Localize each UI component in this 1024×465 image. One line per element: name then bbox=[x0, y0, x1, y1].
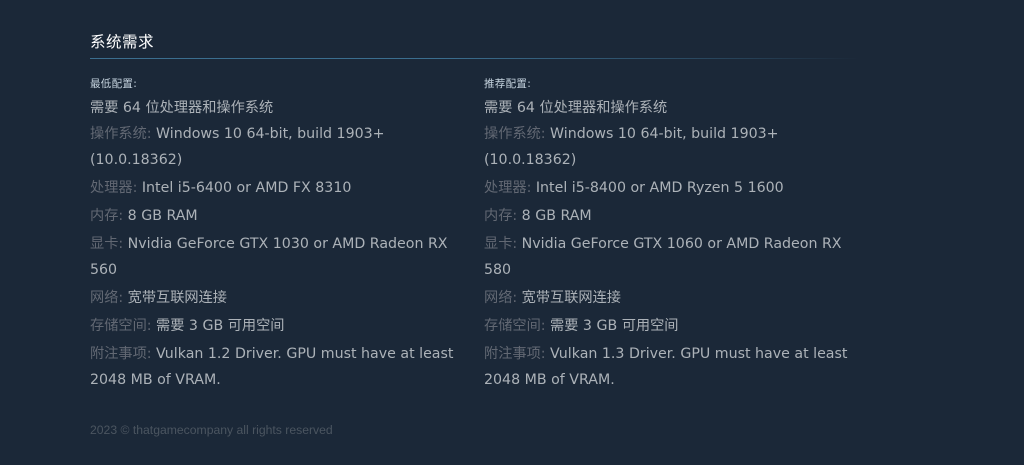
minimum-requirements: 最低配置: 需要 64 位处理器和操作系统 操作系统: Windows 10 6… bbox=[90, 76, 470, 395]
recommended-network-row: 网络: 宽带互联网连接 bbox=[484, 285, 864, 311]
minimum-notes-row: 附注事项: Vulkan 1.2 Driver. GPU must have a… bbox=[90, 341, 470, 393]
network-value: 宽带互联网连接 bbox=[521, 290, 621, 306]
gpu-label: 显卡: bbox=[484, 236, 518, 252]
memory-value: 8 GB RAM bbox=[127, 208, 198, 224]
memory-label: 内存: bbox=[484, 208, 518, 224]
os-label: 操作系统: bbox=[90, 126, 152, 142]
storage-value: 需要 3 GB 可用空间 bbox=[550, 318, 679, 334]
recommended-requires-64bit: 需要 64 位处理器和操作系统 bbox=[484, 100, 668, 116]
recommended-os-row: 操作系统: Windows 10 64-bit, build 1903+ (10… bbox=[484, 121, 864, 173]
gpu-label: 显卡: bbox=[90, 236, 124, 252]
notes-label: 附注事项: bbox=[90, 346, 152, 362]
storage-label: 存储空间: bbox=[90, 318, 152, 334]
storage-value: 需要 3 GB 可用空间 bbox=[156, 318, 285, 334]
minimum-cpu-row: 处理器: Intel i5-6400 or AMD FX 8310 bbox=[90, 175, 470, 201]
minimum-gpu-row: 显卡: Nvidia GeForce GTX 1030 or AMD Radeo… bbox=[90, 231, 470, 283]
recommended-memory-row: 内存: 8 GB RAM bbox=[484, 203, 864, 229]
minimum-heading: 最低配置: bbox=[90, 78, 138, 90]
os-label: 操作系统: bbox=[484, 126, 546, 142]
gpu-value: Nvidia GeForce GTX 1030 or AMD Radeon RX… bbox=[90, 236, 448, 278]
notes-label: 附注事项: bbox=[484, 346, 546, 362]
cpu-label: 处理器: bbox=[90, 180, 138, 196]
memory-value: 8 GB RAM bbox=[521, 208, 592, 224]
cpu-value: Intel i5-8400 or AMD Ryzen 5 1600 bbox=[535, 180, 784, 196]
recommended-notes-row: 附注事项: Vulkan 1.3 Driver. GPU must have a… bbox=[484, 341, 864, 393]
minimum-storage-row: 存储空间: 需要 3 GB 可用空间 bbox=[90, 313, 470, 339]
gpu-value: Nvidia GeForce GTX 1060 or AMD Radeon RX… bbox=[484, 236, 842, 278]
network-value: 宽带互联网连接 bbox=[127, 290, 227, 306]
recommended-requirements: 推荐配置: 需要 64 位处理器和操作系统 操作系统: Windows 10 6… bbox=[484, 76, 864, 395]
network-label: 网络: bbox=[90, 290, 124, 306]
recommended-storage-row: 存储空间: 需要 3 GB 可用空间 bbox=[484, 313, 864, 339]
recommended-heading: 推荐配置: bbox=[484, 78, 532, 90]
minimum-memory-row: 内存: 8 GB RAM bbox=[90, 203, 470, 229]
cpu-label: 处理器: bbox=[484, 180, 532, 196]
title-divider bbox=[90, 58, 860, 59]
recommended-gpu-row: 显卡: Nvidia GeForce GTX 1060 or AMD Radeo… bbox=[484, 231, 864, 283]
copyright-footer: 2023 © thatgamecompany all rights reserv… bbox=[90, 423, 333, 437]
section-title: 系统需求 bbox=[90, 33, 155, 51]
minimum-network-row: 网络: 宽带互联网连接 bbox=[90, 285, 470, 311]
minimum-requires-64bit: 需要 64 位处理器和操作系统 bbox=[90, 100, 274, 116]
recommended-cpu-row: 处理器: Intel i5-8400 or AMD Ryzen 5 1600 bbox=[484, 175, 864, 201]
minimum-os-row: 操作系统: Windows 10 64-bit, build 1903+ (10… bbox=[90, 121, 470, 173]
network-label: 网络: bbox=[484, 290, 518, 306]
storage-label: 存储空间: bbox=[484, 318, 546, 334]
cpu-value: Intel i5-6400 or AMD FX 8310 bbox=[141, 180, 352, 196]
memory-label: 内存: bbox=[90, 208, 124, 224]
system-requirements-section: 系统需求 最低配置: 需要 64 位处理器和操作系统 操作系统: Windows… bbox=[90, 30, 880, 388]
